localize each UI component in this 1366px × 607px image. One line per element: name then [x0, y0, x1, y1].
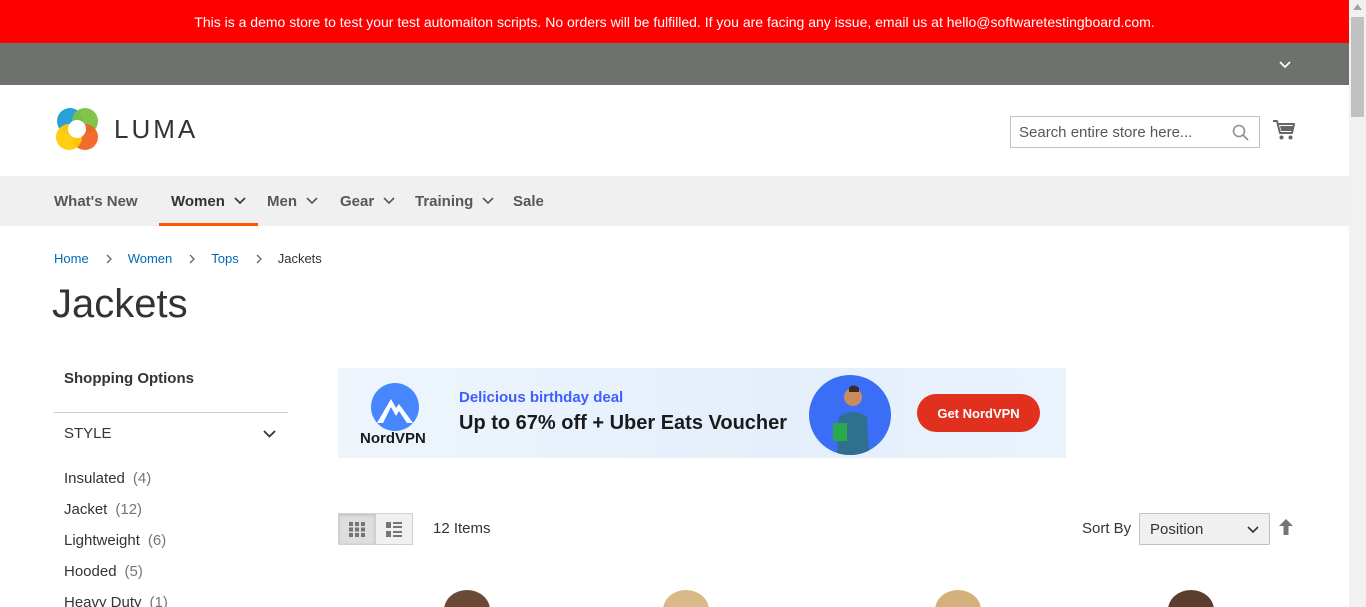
filter-option-label: Hooded [64, 563, 117, 580]
breadcrumb: Home Women Tops Jackets [54, 251, 322, 266]
filter-option[interactable]: Heavy Duty (1) [64, 587, 288, 607]
chevron-down-icon [306, 197, 318, 205]
nav-item-label: Gear [340, 192, 375, 210]
logo-text: LUMA [114, 113, 199, 144]
nav-item-whats-new[interactable]: What's New [54, 176, 138, 226]
nav-item-men[interactable]: Men [267, 176, 318, 226]
filter-option-label: Jacket [64, 501, 108, 518]
search-input[interactable] [1019, 123, 1229, 141]
filter-name: STYLE [64, 425, 112, 442]
nav-item-label: Training [415, 192, 474, 210]
filter-style-toggle[interactable]: STYLE [54, 412, 288, 454]
nordvpn-ad-banner[interactable]: NordVPN Delicious birthday deal Up to 67… [338, 368, 1066, 458]
filter-option-count: (1) [149, 594, 168, 607]
ad-person-image [809, 375, 891, 455]
product-grid [338, 580, 1296, 607]
nav-item-sale[interactable]: Sale [513, 176, 544, 226]
product-image[interactable] [444, 590, 490, 607]
grid-view-button[interactable] [338, 513, 376, 545]
grid-icon [349, 521, 365, 537]
filter-option[interactable]: Jacket (12) [64, 494, 288, 525]
chevron-down-icon [1247, 526, 1259, 534]
search-icon[interactable] [1232, 124, 1249, 141]
demo-banner-text: This is a demo store to test your test a… [194, 13, 1155, 30]
chevron-down-icon [482, 197, 494, 205]
ad-kicker-text: Delicious birthday deal [459, 389, 624, 406]
nordvpn-logo-icon [371, 383, 419, 431]
site-header: LUMA [0, 85, 1349, 176]
filter-option[interactable]: Insulated (4) [64, 463, 288, 494]
list-view-button[interactable] [375, 513, 413, 545]
nav-item-gear[interactable]: Gear [340, 176, 395, 226]
sort-by-label: Sort By [1082, 520, 1132, 537]
nav-item-label: Women [171, 192, 225, 210]
main-navigation: What's New Women Men Gear Training Sale [0, 176, 1349, 226]
shopping-options-title: Shopping Options [64, 370, 194, 387]
list-icon [386, 521, 402, 537]
product-image[interactable] [1168, 590, 1214, 607]
filter-option-count: (5) [124, 563, 143, 580]
filter-options-list: Insulated (4) Jacket (12) Lightweight (6) H… [54, 463, 288, 607]
filter-option[interactable]: Lightweight (6) [64, 525, 288, 556]
scrollbar-thumb[interactable] [1351, 17, 1364, 117]
nav-item-training[interactable]: Training [415, 176, 494, 226]
toolbar-item-count: 12 Items [433, 520, 491, 537]
chevron-down-icon [263, 429, 276, 438]
chevron-down-icon [383, 197, 395, 205]
sidebar-filters: Shopping Options STYLE Insulated (4) Jack… [54, 370, 288, 607]
sort-by-select[interactable]: Position [1139, 513, 1270, 545]
active-nav-indicator [159, 223, 258, 226]
filter-option-count: (6) [147, 532, 167, 549]
luma-logo-icon [56, 108, 98, 150]
sort-selected-value: Position [1150, 520, 1204, 538]
nav-item-label: Sale [513, 192, 544, 210]
store-logo[interactable]: LUMA [54, 106, 198, 152]
chevron-right-icon [256, 254, 262, 263]
nav-item-label: What's New [54, 192, 138, 210]
filter-option-count: (4) [132, 470, 152, 487]
panel-header-bar [0, 43, 1349, 85]
page-title: Jackets [52, 282, 188, 326]
product-image[interactable] [935, 590, 981, 607]
filter-option[interactable]: Hooded (5) [64, 556, 288, 587]
chevron-down-icon [234, 197, 246, 205]
filter-option-count: (12) [115, 501, 143, 518]
breadcrumb-current: Jackets [277, 251, 322, 266]
chevron-right-icon [189, 254, 196, 263]
ad-brand-name: NordVPN [360, 430, 426, 447]
nav-item-women[interactable]: Women [171, 176, 246, 226]
cart-icon[interactable] [1272, 119, 1296, 141]
search-box[interactable] [1010, 116, 1260, 148]
nav-item-label: Men [267, 192, 297, 210]
breadcrumb-home[interactable]: Home [54, 251, 89, 266]
demo-store-banner: This is a demo store to test your test a… [0, 0, 1349, 43]
page-scrollbar[interactable] [1349, 0, 1366, 607]
filter-option-label: Lightweight [64, 532, 140, 549]
scroll-up-arrow-icon[interactable] [1353, 4, 1362, 10]
filter-option-label: Insulated [64, 470, 125, 487]
ad-headline: Up to 67% off + Uber Eats Voucher [459, 412, 788, 434]
filter-option-label: Heavy Duty [64, 594, 142, 607]
chevron-right-icon [106, 254, 112, 263]
get-nordvpn-button[interactable]: Get NordVPN [917, 394, 1040, 432]
breadcrumb-tops[interactable]: Tops [211, 251, 238, 266]
sort-direction-arrow-icon[interactable] [1279, 519, 1293, 535]
breadcrumb-women[interactable]: Women [128, 251, 173, 266]
products-toolbar: 12 Items Sort By Position [338, 513, 1296, 545]
chevron-down-icon[interactable] [1277, 56, 1293, 72]
product-image[interactable] [663, 590, 709, 607]
